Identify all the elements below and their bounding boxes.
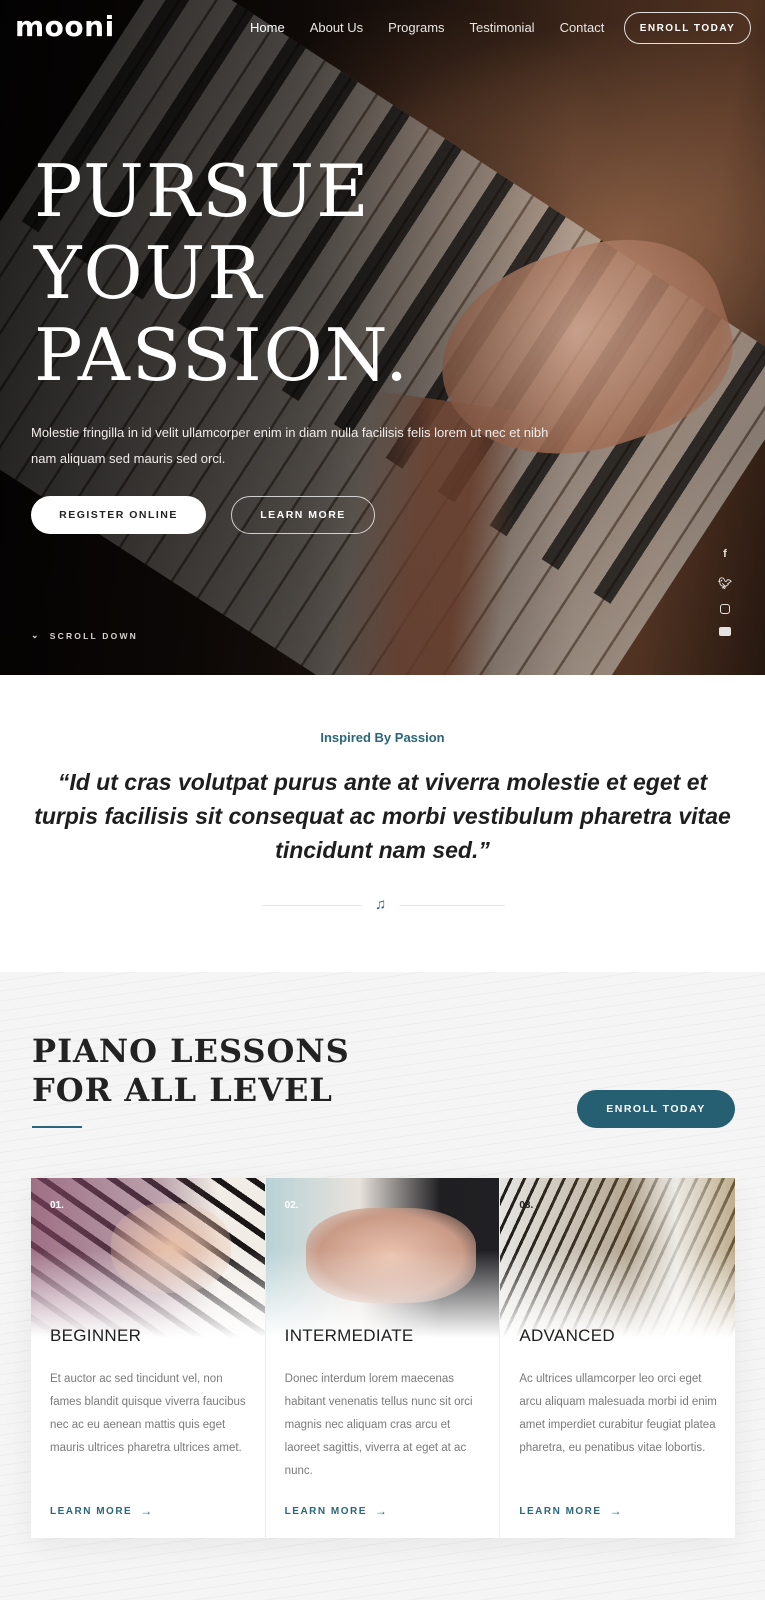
card-learn-more-link[interactable]: LEARN MORE →	[519, 1504, 623, 1518]
arrow-right-icon: →	[609, 1504, 624, 1518]
youtube-icon[interactable]	[719, 627, 731, 636]
lessons-title-line: PIANO LESSONS	[32, 1032, 350, 1070]
card-link-label: LEARN MORE	[50, 1505, 133, 1517]
hero-description: Molestie fringilla in id velit ullamcorp…	[31, 425, 549, 466]
card-number: 01.	[50, 1200, 64, 1211]
hero-title-line: YOUR	[34, 231, 264, 315]
lesson-cards: 01. BEGINNER Et auctor ac sed tincidunt …	[31, 1178, 736, 1538]
intro-quote: “Id ut cras volutpat purus ante at viver…	[34, 769, 731, 863]
card-title: INTERMEDIATE	[284, 1326, 414, 1345]
card-title: BEGINNER	[50, 1326, 142, 1345]
card-description: Ac ultrices ullamcorper leo orci eget ar…	[519, 1373, 717, 1454]
header-enroll-button[interactable]: ENROLL TODAY	[624, 12, 751, 44]
lessons-enroll-button[interactable]: ENROLL TODAY	[577, 1090, 735, 1128]
beginner-image	[31, 1178, 265, 1338]
register-online-button[interactable]: REGISTER ONLINE	[31, 496, 206, 534]
hero-title-line: PURSUE	[34, 149, 371, 233]
card-number: 03.	[519, 1200, 534, 1211]
site-logo[interactable]: mooni	[15, 10, 115, 43]
lessons-title: PIANO LESSONS FOR ALL LEVEL	[32, 1032, 350, 1110]
arrow-right-icon: →	[374, 1504, 389, 1518]
card-description: Et auctor ac sed tincidunt vel, non fame…	[50, 1373, 246, 1454]
nav-item-programs[interactable]: Programs	[388, 20, 444, 35]
arrow-right-icon: →	[140, 1504, 154, 1518]
image-fade	[500, 1178, 736, 1338]
nav-item-home[interactable]: Home	[250, 20, 285, 35]
nav-item-contact[interactable]: Contact	[560, 20, 605, 35]
lesson-card-beginner: 01. BEGINNER Et auctor ac sed tincidunt …	[31, 1178, 266, 1538]
intro-eyebrow: Inspired By Passion	[320, 730, 445, 745]
scroll-down-label: SCROLL DOWN	[49, 630, 139, 641]
chevron-down-icon: ⌄	[31, 630, 41, 640]
advanced-image	[500, 1178, 736, 1338]
main-nav: Home About Us Programs Testimonial Conta…	[250, 20, 629, 35]
hero-title: PURSUE YOUR PASSION.	[34, 150, 410, 396]
lesson-card-intermediate: 02. INTERMEDIATE Donec interdum lorem ma…	[265, 1178, 501, 1538]
lessons-title-line: FOR ALL LEVEL	[32, 1071, 333, 1109]
scroll-down-link[interactable]: ⌄ SCROLL DOWN	[31, 630, 138, 641]
intermediate-image	[265, 1178, 500, 1338]
card-link-label: LEARN MORE	[284, 1505, 367, 1517]
instagram-icon[interactable]	[720, 604, 730, 614]
card-description: Donec interdum lorem maecenas habitant v…	[284, 1373, 473, 1477]
image-fade	[31, 1178, 265, 1338]
lesson-card-advanced: 03. ADVANCED Ac ultrices ullamcorper leo…	[500, 1178, 736, 1538]
music-note-icon: ♫	[375, 896, 387, 913]
card-number: 02.	[284, 1200, 299, 1211]
divider-left	[262, 905, 362, 906]
card-title: ADVANCED	[519, 1326, 615, 1345]
nav-item-about[interactable]: About Us	[310, 20, 363, 35]
twitter-icon[interactable]: 🐦︎	[718, 575, 732, 591]
card-learn-more-link[interactable]: LEARN MORE →	[50, 1504, 154, 1518]
card-link-label: LEARN MORE	[519, 1505, 602, 1517]
card-learn-more-link[interactable]: LEARN MORE →	[285, 1504, 389, 1518]
divider-right	[400, 905, 505, 906]
hero-title-line: PASSION.	[34, 313, 410, 397]
facebook-icon[interactable]: f	[718, 546, 732, 562]
image-fade	[265, 1178, 500, 1338]
social-links: f 🐦︎	[718, 546, 732, 636]
title-underline	[32, 1126, 82, 1128]
hero-learn-more-button[interactable]: LEARN MORE	[231, 496, 375, 534]
nav-item-testimonial[interactable]: Testimonial	[470, 20, 535, 35]
